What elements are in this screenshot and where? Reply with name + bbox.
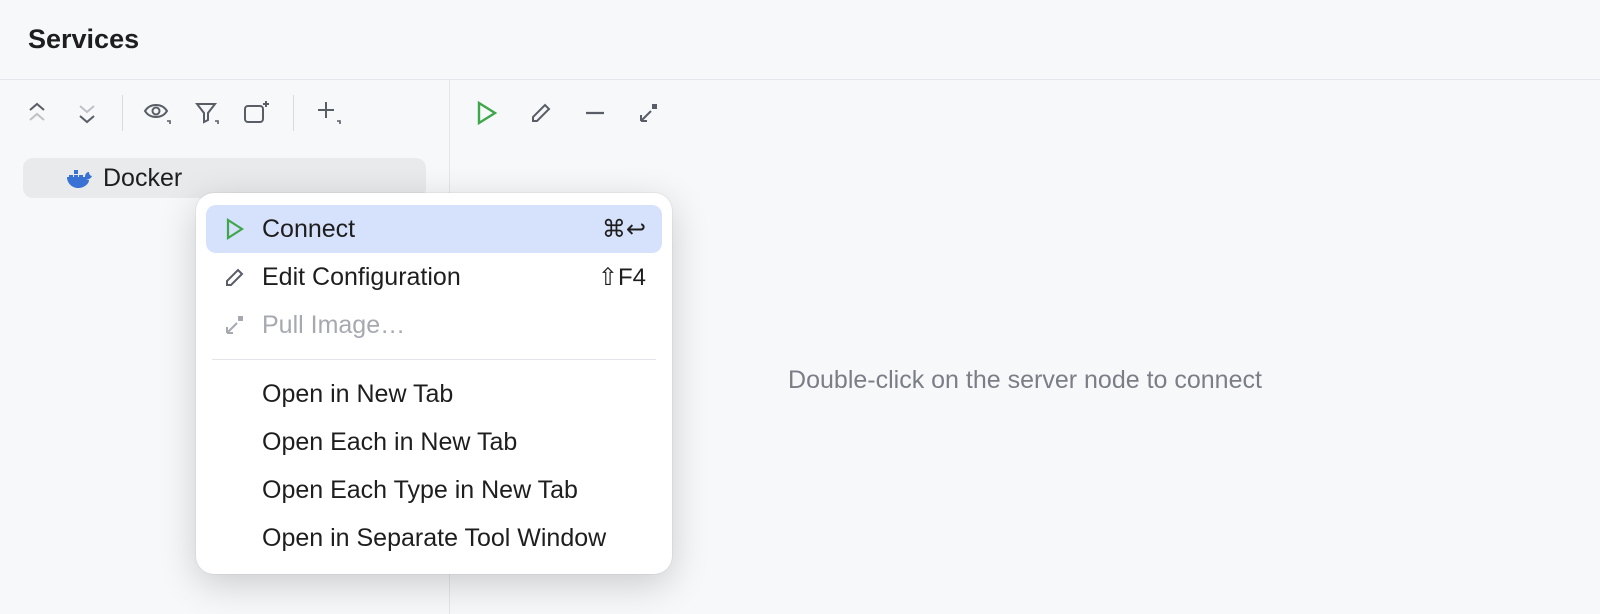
right-toolbar — [450, 80, 1600, 146]
menu-item-label: Open Each Type in New Tab — [262, 476, 646, 505]
services-header: Services — [0, 0, 1600, 80]
header-title: Services — [28, 24, 139, 55]
eye-icon — [143, 101, 173, 125]
menu-item-label: Open in Separate Tool Window — [262, 524, 646, 553]
menu-item-pull-image: Pull Image… — [206, 301, 662, 349]
left-toolbar — [0, 80, 449, 146]
pencil-icon — [222, 266, 248, 288]
menu-item-connect[interactable]: Connect ⌘↩ — [206, 205, 662, 253]
menu-item-open-in-new-tab[interactable]: Open in New Tab — [206, 370, 662, 418]
plus-icon — [315, 99, 343, 127]
show-options-button[interactable] — [141, 96, 175, 130]
menu-item-open-in-separate-tool-window[interactable]: Open in Separate Tool Window — [206, 514, 662, 562]
remove-button[interactable] — [578, 96, 612, 130]
play-icon — [475, 100, 499, 126]
menu-item-label: Open in New Tab — [262, 380, 646, 409]
filter-icon — [195, 101, 221, 125]
menu-item-label: Edit Configuration — [262, 263, 584, 292]
menu-item-open-each-in-new-tab[interactable]: Open Each in New Tab — [206, 418, 662, 466]
toolbar-separator — [122, 95, 123, 131]
menu-item-shortcut: ⌘↩ — [602, 215, 646, 244]
group-by-button[interactable] — [241, 96, 275, 130]
menu-item-label: Open Each in New Tab — [262, 428, 646, 457]
placeholder-text: Double-click on the server node to conne… — [788, 366, 1262, 395]
play-icon — [222, 218, 248, 240]
collapse-all-button[interactable] — [70, 96, 104, 130]
add-service-button[interactable] — [312, 96, 346, 130]
pull-image-button[interactable] — [632, 96, 666, 130]
menu-item-shortcut: ⇧F4 — [598, 263, 646, 292]
menu-item-edit-configuration[interactable]: Edit Configuration ⇧F4 — [206, 253, 662, 301]
edit-config-button[interactable] — [524, 96, 558, 130]
connect-button[interactable] — [470, 96, 504, 130]
chevron-up-icon — [28, 102, 46, 124]
expand-all-button[interactable] — [20, 96, 54, 130]
menu-separator — [212, 359, 656, 360]
minus-icon — [583, 101, 607, 125]
tree-node-label: Docker — [103, 164, 182, 193]
toolbar-separator — [293, 95, 294, 131]
menu-item-label: Pull Image… — [262, 311, 646, 340]
context-menu: Connect ⌘↩ Edit Configuration ⇧F4 Pull I… — [196, 193, 672, 574]
pencil-icon — [529, 101, 553, 125]
tree-node-docker[interactable]: Docker — [23, 158, 426, 198]
menu-item-label: Connect — [262, 215, 588, 244]
docker-icon — [67, 167, 93, 189]
filter-button[interactable] — [191, 96, 225, 130]
expand-diagonal-icon — [222, 314, 248, 336]
menu-item-open-each-type-in-new-tab[interactable]: Open Each Type in New Tab — [206, 466, 662, 514]
expand-diagonal-icon — [637, 101, 661, 125]
group-icon — [243, 100, 273, 126]
chevron-down-icon — [78, 102, 96, 124]
